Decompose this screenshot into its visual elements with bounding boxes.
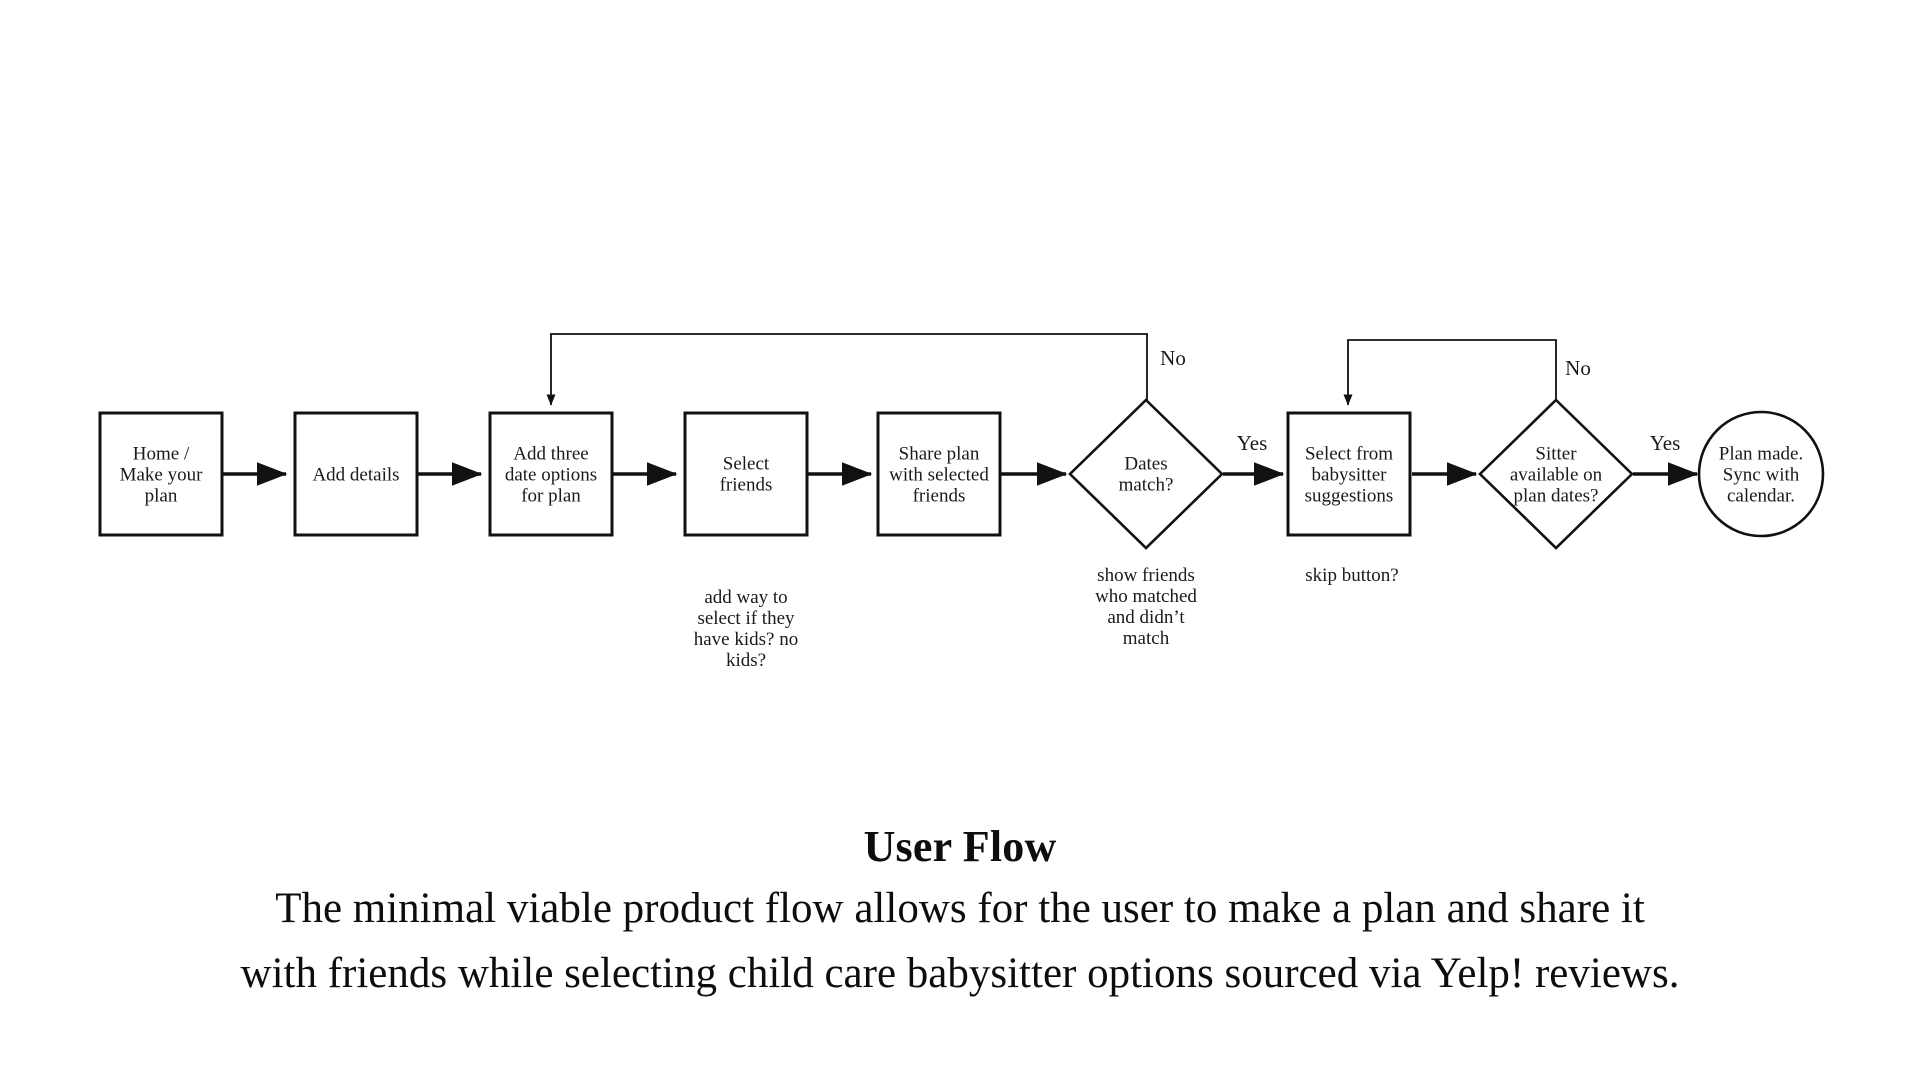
node-babysitter-line-1: Select from: [1305, 443, 1393, 464]
node-home-line-3: plan: [145, 485, 178, 506]
node-home-line-2: Make your: [120, 464, 204, 485]
diagram-page: Home / Make your plan Add details Add th…: [0, 0, 1920, 1080]
note-match-line-3: and didn’t: [1107, 607, 1185, 628]
node-sitter-available-line-1: Sitter: [1535, 443, 1577, 464]
caption-title: User Flow: [863, 822, 1057, 871]
edge-label-sitter-yes: Yes: [1650, 431, 1681, 455]
caption-body-line-2: with friends while selecting child care …: [240, 950, 1680, 998]
node-add-details[interactable]: Add details: [293, 411, 419, 537]
node-dates-match-line-2: match?: [1119, 474, 1174, 495]
node-babysitter-line-3: suggestions: [1305, 485, 1394, 506]
node-sitter-available-decision[interactable]: Sitter available on plan dates?: [1478, 398, 1634, 550]
node-select-friends-line-1: Select: [723, 453, 770, 474]
node-plan-made-line-1: Plan made.: [1719, 443, 1803, 464]
edge-label-layer: No Yes No Yes: [1160, 346, 1680, 455]
note-friends-line-4: kids?: [726, 650, 766, 671]
note-friends-line-2: select if they: [697, 608, 795, 629]
node-add-details-line-1: Add details: [312, 464, 399, 485]
node-add-three-date-options[interactable]: Add three date options for plan: [488, 411, 614, 537]
node-home-line-1: Home /: [133, 443, 190, 464]
node-home-make-your-plan[interactable]: Home / Make your plan: [98, 411, 224, 537]
node-share-plan-line-3: friends: [913, 485, 966, 506]
node-dates-match-decision[interactable]: Dates match?: [1068, 398, 1224, 550]
note-friends-line-3: have kids? no: [694, 629, 798, 650]
node-dates-match-line-1: Dates: [1124, 453, 1167, 474]
annotation-select-friends: add way to select if they have kids? no …: [694, 587, 798, 671]
node-plan-made-terminal[interactable]: Plan made. Sync with calendar.: [1697, 410, 1825, 538]
edge-label-sitter-no: No: [1565, 356, 1591, 380]
note-match-line-2: who matched: [1095, 586, 1197, 607]
caption-block: User Flow The minimal viable product flo…: [0, 822, 1920, 1001]
caption-body-line-1: The minimal viable product flow allows f…: [275, 885, 1645, 933]
node-plan-made-line-3: calendar.: [1727, 485, 1795, 506]
note-friends-line-1: add way to: [704, 587, 787, 608]
edge-label-match-yes: Yes: [1237, 431, 1268, 455]
edge-label-match-no: No: [1160, 346, 1186, 370]
node-share-plan[interactable]: Share plan with selected friends: [876, 411, 1002, 537]
node-date-options-line-1: Add three: [513, 443, 588, 464]
node-date-options-line-2: date options: [505, 464, 597, 485]
node-date-options-line-3: for plan: [521, 485, 581, 506]
node-share-plan-line-1: Share plan: [899, 443, 980, 464]
connector-match-no-loopback: [546, 333, 1148, 406]
node-plan-made-line-2: Sync with: [1723, 464, 1800, 485]
annotation-skip-button: skip button?: [1305, 565, 1398, 586]
node-sitter-available-line-3: plan dates?: [1514, 485, 1599, 506]
note-match-line-4: match: [1123, 628, 1170, 649]
node-babysitter-line-2: babysitter: [1312, 464, 1388, 485]
annotation-dates-match: show friends who matched and didn’t matc…: [1095, 565, 1197, 649]
note-sitter-line-1: skip button?: [1305, 565, 1398, 586]
connector-sitter-no-loopback: [1343, 339, 1557, 406]
node-select-babysitter-suggestions[interactable]: Select from babysitter suggestions: [1286, 411, 1412, 537]
node-select-friends[interactable]: Select friends: [683, 411, 809, 537]
node-sitter-available-line-2: available on: [1510, 464, 1603, 485]
note-match-line-1: show friends: [1097, 565, 1195, 586]
node-select-friends-line-2: friends: [720, 474, 773, 495]
node-share-plan-line-2: with selected: [889, 464, 989, 485]
